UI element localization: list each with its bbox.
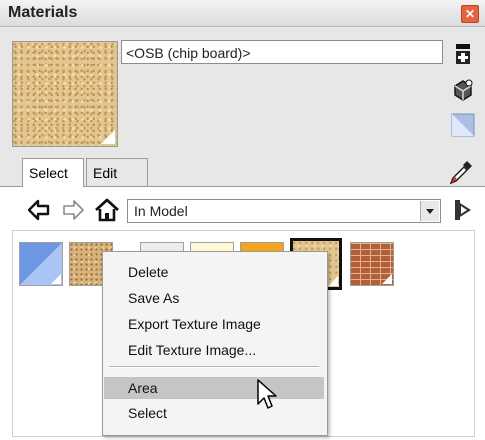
- brick-swatch[interactable]: [350, 242, 394, 286]
- sample-paint-icon[interactable]: [447, 158, 475, 186]
- menu-separator: [109, 366, 319, 368]
- window-title: Materials: [8, 4, 78, 21]
- material-name-field[interactable]: <OSB (chip board)>: [121, 40, 443, 64]
- title-bar: Materials ✕: [0, 0, 485, 27]
- context-menu: Delete Save As Export Texture Image Edit…: [102, 251, 328, 436]
- blue-material-swatch[interactable]: [19, 242, 63, 286]
- default-material-icon[interactable]: [450, 112, 476, 138]
- create-material-icon[interactable]: [450, 77, 476, 103]
- menu-item-save-as[interactable]: Save As: [104, 287, 324, 309]
- tab-select[interactable]: Select: [22, 158, 84, 186]
- menu-item-area[interactable]: Area: [104, 377, 324, 399]
- materials-panel: Materials ✕ <OSB (chip board)> Select Ed…: [0, 0, 485, 440]
- display-secondary-pane-icon[interactable]: [450, 41, 476, 67]
- mouse-cursor-icon: [257, 379, 277, 409]
- details-arrow-icon[interactable]: [449, 197, 475, 223]
- material-header: <OSB (chip board)>: [0, 27, 485, 153]
- menu-item-delete[interactable]: Delete: [104, 261, 324, 283]
- collection-dropdown[interactable]: In Model: [127, 199, 441, 223]
- menu-item-export-texture-image[interactable]: Export Texture Image: [104, 313, 324, 335]
- menu-item-edit-texture-image[interactable]: Edit Texture Image...: [104, 339, 324, 361]
- collection-dropdown-value: In Model: [134, 203, 188, 219]
- back-arrow-icon[interactable]: [26, 197, 52, 223]
- menu-item-select[interactable]: Select: [104, 402, 324, 424]
- home-icon[interactable]: [94, 197, 120, 223]
- tab-edit[interactable]: Edit: [86, 158, 148, 186]
- dropdown-chevron-icon[interactable]: [420, 201, 439, 221]
- preview-corner: [101, 130, 115, 144]
- close-button[interactable]: ✕: [461, 5, 479, 23]
- forward-arrow-icon[interactable]: [60, 197, 86, 223]
- material-preview: [12, 41, 118, 147]
